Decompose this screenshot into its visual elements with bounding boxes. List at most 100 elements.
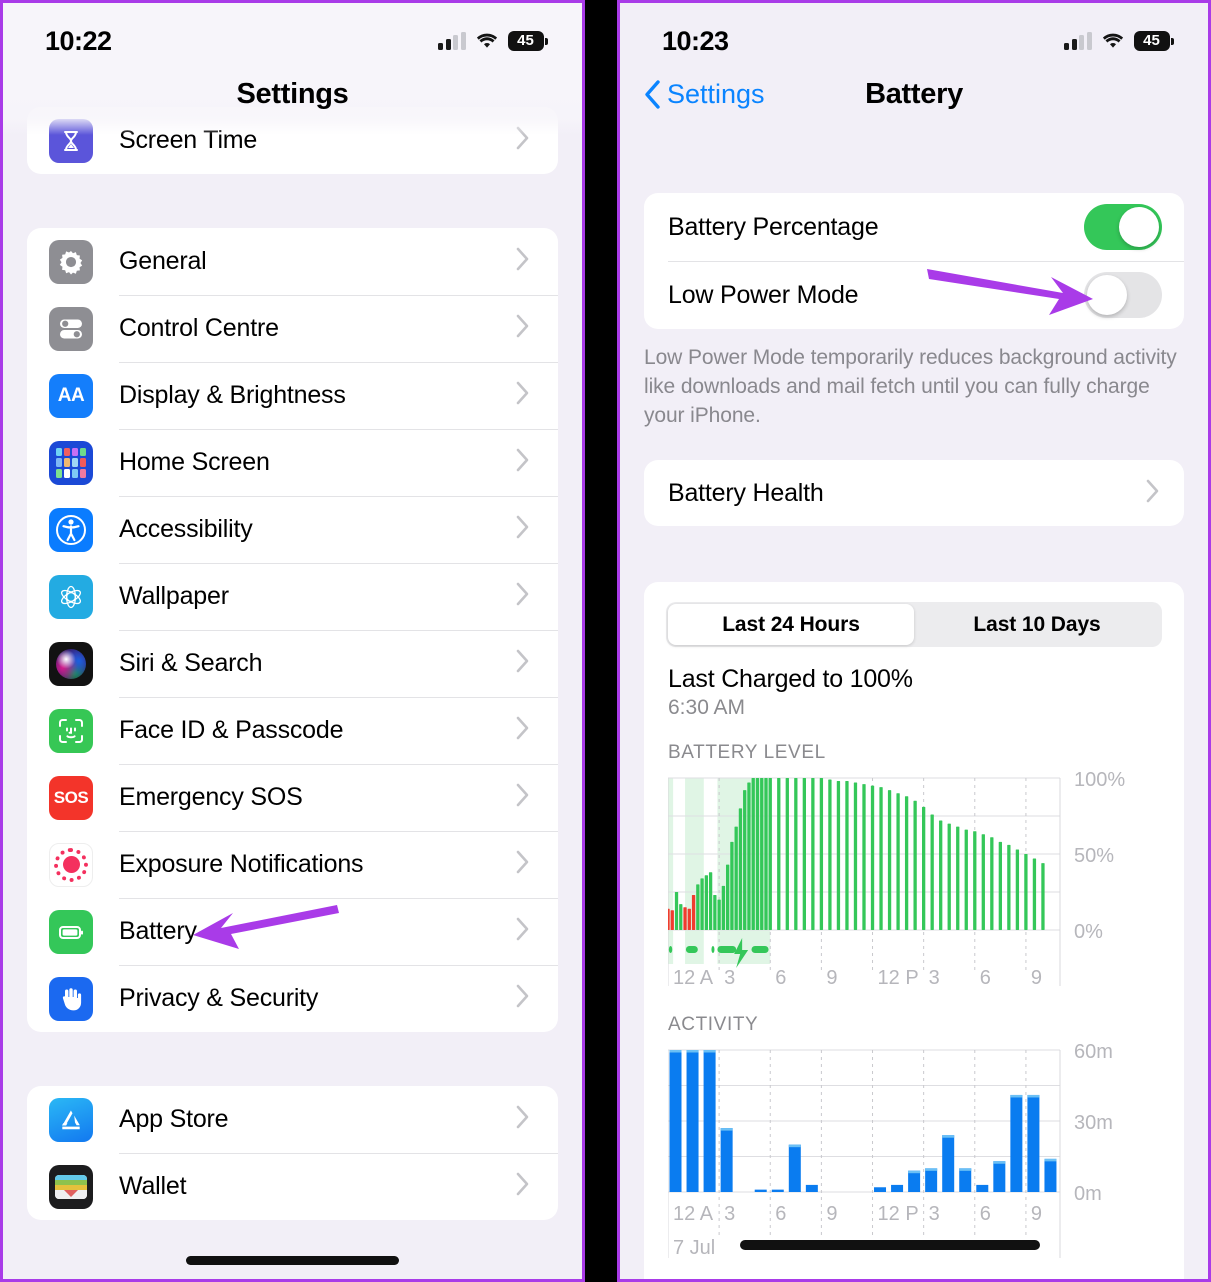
svg-text:100%: 100%	[1074, 770, 1125, 791]
battery-percent-label: 45	[1133, 31, 1170, 51]
control-centre-icon	[49, 306, 93, 351]
toggle-knob	[1087, 275, 1127, 315]
chevron-right-icon	[516, 448, 530, 477]
row-low-power-mode[interactable]: Low Power Mode	[644, 261, 1184, 329]
row-label: Battery Health	[668, 478, 824, 507]
sidebar-item-label: Display & Brightness	[119, 381, 346, 409]
sidebar-item-label: Screen Time	[119, 126, 258, 154]
drag-bar-overlay	[740, 1240, 1040, 1250]
svg-text:3: 3	[929, 967, 940, 989]
svg-text:0%: 0%	[1074, 921, 1103, 943]
svg-text:12 A: 12 A	[673, 1203, 714, 1225]
back-button[interactable]: Settings	[644, 79, 765, 110]
sidebar-item-accessibility[interactable]: Accessibility	[27, 496, 558, 563]
low-power-mode-toggle[interactable]	[1084, 272, 1162, 318]
chevron-right-icon	[516, 649, 530, 678]
chevron-right-icon	[516, 1105, 530, 1134]
battery-nub	[545, 37, 548, 45]
last-charged-title: Last Charged to 100%	[668, 665, 913, 693]
battery-scroll-area[interactable]: Battery Percentage Low Power Mode Low Po…	[620, 131, 1208, 1279]
sidebar-item-siri-search[interactable]: Siri & Search	[27, 630, 558, 697]
status-clock: 10:23	[662, 25, 729, 56]
sidebar-item-control-centre[interactable]: Control Centre	[27, 295, 558, 362]
battery-health-card: Battery Health	[644, 460, 1184, 526]
svg-text:6: 6	[775, 1203, 786, 1225]
settings-scroll-area[interactable]: Screen Time General Control Centre AA Di…	[3, 3, 582, 1279]
panel-gap	[585, 0, 617, 1282]
sidebar-item-face-id-passcode[interactable]: Face ID & Passcode	[27, 697, 558, 764]
chevron-right-icon	[516, 716, 530, 745]
sidebar-item-label: Emergency SOS	[119, 783, 303, 811]
time-range-segmented-control[interactable]: Last 24 Hours Last 10 Days	[666, 602, 1162, 647]
battery-nub	[1171, 37, 1174, 45]
row-battery-percentage[interactable]: Battery Percentage	[644, 193, 1184, 261]
svg-text:9: 9	[826, 1203, 837, 1225]
battery-level-chart: 0% 50% 100% 12 A 3 6 9 12 P 3 6 9	[668, 770, 1184, 992]
group-separator	[3, 174, 582, 228]
home-screen-grid	[56, 447, 86, 478]
sidebar-item-wallpaper[interactable]: Wallpaper	[27, 563, 558, 630]
svg-text:9: 9	[1031, 1203, 1042, 1225]
siri-orb	[56, 648, 86, 679]
toggle-knob	[1119, 207, 1159, 247]
sidebar-item-label: Face ID & Passcode	[119, 716, 344, 744]
cellular-bars-icon	[438, 32, 466, 50]
battery-toggles-card: Battery Percentage Low Power Mode	[644, 193, 1184, 329]
svg-text:3: 3	[724, 967, 735, 989]
sidebar-item-exposure-notifications[interactable]: Exposure Notifications	[27, 831, 558, 898]
svg-text:6: 6	[775, 967, 786, 989]
sidebar-item-display-brightness[interactable]: AA Display & Brightness	[27, 362, 558, 429]
status-bar: 10:23 45	[620, 3, 1208, 65]
sidebar-item-home-screen[interactable]: Home Screen	[27, 429, 558, 496]
sidebar-item-label: Privacy & Security	[119, 984, 319, 1012]
screen-time-icon	[49, 118, 93, 163]
row-label: Low Power Mode	[668, 280, 859, 309]
wifi-icon	[475, 32, 499, 50]
chevron-right-icon	[516, 314, 530, 343]
page-title: Settings	[236, 77, 349, 110]
home-indicator	[3, 1256, 582, 1265]
sidebar-item-battery[interactable]: Battery	[27, 898, 558, 965]
wallet-icon	[49, 1164, 93, 1209]
accessibility-icon	[49, 507, 93, 552]
svg-text:7 Jul: 7 Jul	[673, 1237, 715, 1259]
status-icons: 45	[438, 31, 548, 51]
segment-last-24-hours[interactable]: Last 24 Hours	[668, 604, 914, 645]
status-clock: 10:22	[45, 25, 112, 56]
battery-screen: 10:23 45 Settings Battery Battery Percen…	[620, 3, 1208, 1279]
right-phone-panel: 10:23 45 Settings Battery Battery Percen…	[617, 0, 1211, 1282]
battery-level-chart-svg: 0% 50% 100% 12 A 3 6 9 12 P 3 6 9	[668, 770, 1125, 989]
sidebar-item-label: Exposure Notifications	[119, 850, 364, 878]
battery-percentage-toggle[interactable]	[1084, 204, 1162, 250]
svg-text:3: 3	[724, 1203, 735, 1225]
wifi-icon	[1101, 32, 1125, 50]
sidebar-item-app-store[interactable]: App Store	[27, 1086, 558, 1153]
left-phone-panel: Screen Time General Control Centre AA Di…	[0, 0, 585, 1282]
sidebar-item-wallet[interactable]: Wallet	[27, 1153, 558, 1220]
sidebar-item-label: App Store	[119, 1105, 229, 1133]
sidebar-item-label: Accessibility	[119, 515, 253, 543]
sidebar-item-emergency-sos[interactable]: SOS Emergency SOS	[27, 764, 558, 831]
battery-percent-label: 45	[507, 31, 544, 51]
sidebar-item-label: Battery	[119, 917, 197, 945]
sos-glyph: SOS	[53, 787, 89, 807]
back-label: Settings	[667, 78, 765, 109]
wallet-card-stack	[55, 1174, 87, 1199]
activity-chart-title: ACTIVITY	[668, 1014, 759, 1035]
last-charged-time: 6:30 AM	[668, 696, 746, 719]
status-icons: 45	[1064, 31, 1174, 51]
face-id-icon	[49, 708, 93, 753]
segment-last-10-days[interactable]: Last 10 Days	[914, 604, 1160, 645]
battery-usage-card: Last 24 Hours Last 10 Days Last Charged …	[644, 582, 1184, 1279]
nav-bar: Settings Battery	[620, 65, 1208, 123]
wallpaper-icon	[49, 574, 93, 619]
svg-text:6: 6	[980, 1203, 991, 1225]
sidebar-item-privacy-security[interactable]: Privacy & Security	[27, 965, 558, 1032]
svg-text:9: 9	[826, 967, 837, 989]
privacy-hand-icon	[49, 976, 93, 1021]
row-battery-health[interactable]: Battery Health	[644, 460, 1184, 526]
sidebar-item-label: Wallpaper	[119, 582, 229, 610]
activity-chart-svg: 0m 30m 60m 12 A 3 6 9 12 P 3 6 9 7 Jul	[668, 1042, 1113, 1259]
sidebar-item-general[interactable]: General	[27, 228, 558, 295]
svg-text:12 P: 12 P	[878, 967, 919, 989]
